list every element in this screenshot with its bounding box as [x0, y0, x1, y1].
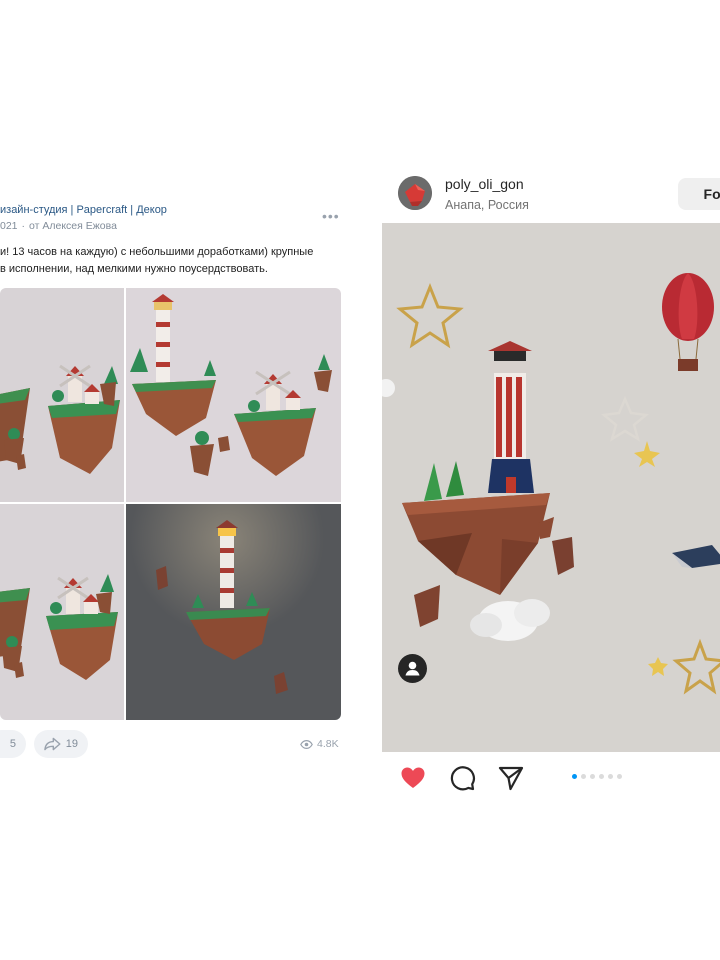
- carousel-dot[interactable]: [590, 774, 595, 779]
- vk-photo-windmill-1[interactable]: [0, 288, 124, 502]
- vk-post-author[interactable]: от Алексея Ежова: [29, 220, 117, 232]
- ig-post-image[interactable]: [382, 223, 720, 752]
- follow-button[interactable]: Foll: [678, 178, 720, 210]
- vk-like-button[interactable]: 5: [0, 730, 26, 758]
- vk-views-count: 4.8K: [317, 738, 339, 750]
- send-icon[interactable]: [497, 764, 525, 792]
- vk-photo-windmill-2[interactable]: [0, 504, 124, 720]
- vk-like-count: 5: [9, 738, 16, 750]
- vk-community-link[interactable]: изайн-студия | Papercraft | Декор: [0, 204, 167, 216]
- meta-separator: ·: [21, 220, 26, 232]
- ellipsis-icon[interactable]: •••: [322, 208, 340, 224]
- vk-post-text: и! 13 часов на каждую) с небольшими дора…: [0, 244, 340, 278]
- ig-action-bar: [382, 764, 720, 792]
- vk-share-button[interactable]: 19: [34, 730, 88, 758]
- carousel-dot[interactable]: [608, 774, 613, 779]
- user-tag-icon[interactable]: [398, 654, 427, 683]
- ig-location[interactable]: Анапа, Россия: [445, 198, 529, 212]
- carousel-dot[interactable]: [617, 774, 622, 779]
- vk-post-text-line: и! 13 часов на каждую) с небольшими дора…: [0, 246, 314, 258]
- carousel-dot[interactable]: [599, 774, 604, 779]
- carousel-dot[interactable]: [572, 774, 577, 779]
- share-icon: [44, 737, 61, 751]
- ig-username[interactable]: poly_oli_gon: [445, 176, 524, 192]
- eye-icon: [300, 739, 313, 749]
- vk-post-text-line: в исполнении, над мелкими нужно поусердс…: [0, 263, 268, 275]
- vk-photo-lighthouse-lit[interactable]: [126, 504, 341, 720]
- carousel-dot[interactable]: [581, 774, 586, 779]
- vk-post-actions: 5 19 4.8K: [0, 730, 348, 758]
- comment-icon[interactable]: [448, 764, 476, 792]
- ig-post: poly_oli_gon Анапа, Россия Foll: [382, 168, 720, 808]
- carousel-indicator: [572, 774, 622, 779]
- vk-photo-grid: [0, 288, 341, 720]
- vk-views: 4.8K: [300, 738, 339, 750]
- vk-post-meta: 021 · от Алексея Ежова: [0, 220, 167, 232]
- vk-post-date[interactable]: 021: [0, 220, 18, 232]
- vk-post-header: изайн-студия | Papercraft | Декор 021 · от…: [0, 204, 167, 232]
- avatar[interactable]: [398, 176, 432, 210]
- vk-share-count: 19: [65, 738, 78, 750]
- heart-filled-icon[interactable]: [399, 764, 427, 792]
- vk-photo-lighthouse-windmill[interactable]: [126, 288, 341, 502]
- vk-post: изайн-студия | Papercraft | Декор 021 · от…: [0, 196, 348, 766]
